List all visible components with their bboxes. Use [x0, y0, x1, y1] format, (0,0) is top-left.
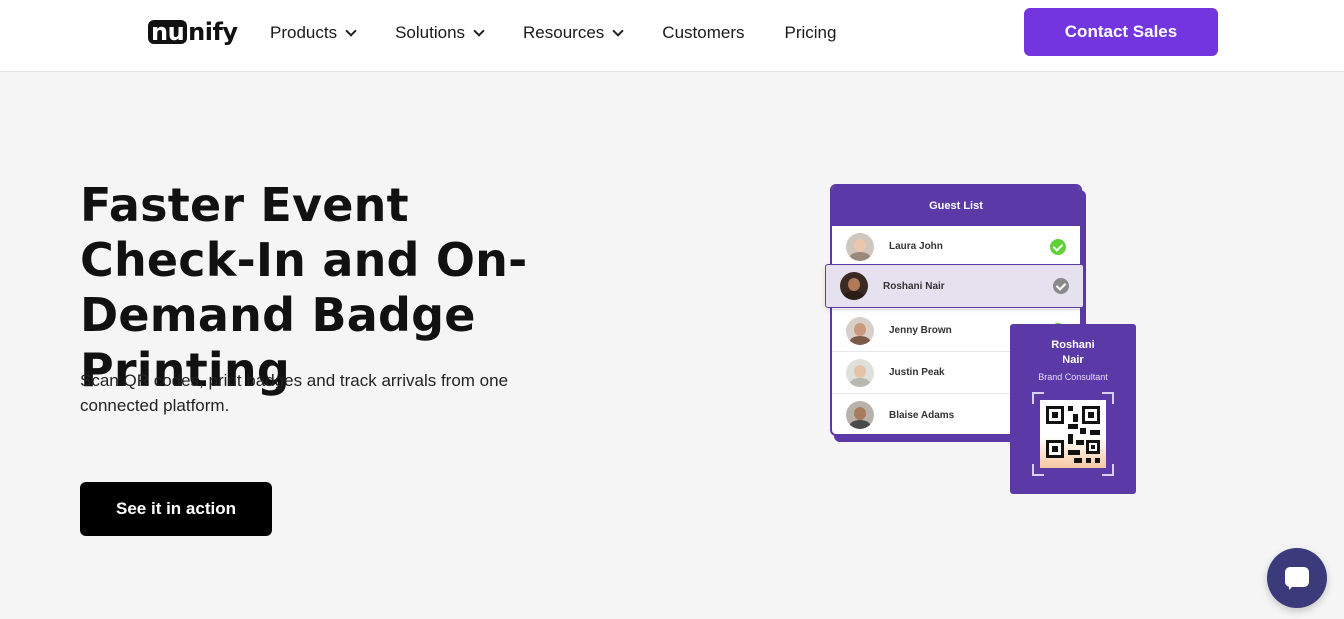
- hero-title: Faster Event Check-In and On-Demand Badg…: [80, 178, 528, 397]
- main-nav: Products Solutions Resources Customers P…: [270, 22, 876, 44]
- guest-name: Roshani Nair: [883, 280, 945, 292]
- nav-products-label: Products: [270, 23, 338, 42]
- nav-pricing[interactable]: Pricing: [784, 22, 836, 44]
- nav-customers[interactable]: Customers: [662, 22, 744, 44]
- nav-resources-label: Resources: [523, 23, 605, 42]
- selected-guest-row: Roshani Nair: [825, 264, 1084, 308]
- hero-subtitle: Scan QR codes, print badges and track ar…: [80, 371, 509, 415]
- avatar: [840, 272, 868, 300]
- guest-name: Laura John: [889, 241, 943, 252]
- badge-name-line1: Roshani: [1051, 339, 1095, 351]
- avatar: [846, 232, 874, 261]
- nav-products[interactable]: Products: [270, 22, 357, 44]
- check-icon: [1050, 238, 1066, 255]
- nav-customers-label: Customers: [662, 23, 745, 42]
- chevron-down-icon: [612, 24, 624, 37]
- avatar: [846, 401, 874, 429]
- nav-pricing-label: Pricing: [784, 23, 837, 42]
- check-icon: [1053, 278, 1069, 294]
- nav-solutions-label: Solutions: [395, 23, 466, 42]
- logo-mark: nu: [148, 20, 188, 44]
- site-header: nu nify Products Solutions Resources Cust…: [0, 0, 1344, 72]
- nav-solutions[interactable]: Solutions: [395, 22, 485, 44]
- logo-wordmark: nify: [188, 18, 238, 46]
- avatar: [846, 358, 874, 387]
- chevron-down-icon: [473, 24, 485, 37]
- badge-name: Roshani Nair: [1010, 338, 1136, 368]
- qr-code-icon: [1040, 400, 1106, 468]
- printed-badge-card: Roshani Nair Brand Consultant: [1010, 324, 1136, 494]
- badge-role: Brand Consultant: [1038, 372, 1108, 382]
- see-it-in-action-button[interactable]: See it in action: [80, 482, 272, 536]
- nav-resources[interactable]: Resources: [523, 22, 624, 44]
- nunify-logo[interactable]: nu nify: [148, 18, 238, 46]
- chat-bubble-icon: [1285, 567, 1309, 590]
- avatar: [846, 316, 874, 345]
- guest-row: Laura John: [832, 226, 1080, 268]
- badge-name-line2: Nair: [1062, 354, 1084, 366]
- qr-code-frame: [1032, 392, 1114, 476]
- guest-list-title: Guest List: [832, 186, 1080, 226]
- chat-button[interactable]: [1267, 548, 1327, 608]
- contact-sales-button[interactable]: Contact Sales: [1024, 8, 1218, 56]
- chevron-down-icon: [345, 24, 357, 37]
